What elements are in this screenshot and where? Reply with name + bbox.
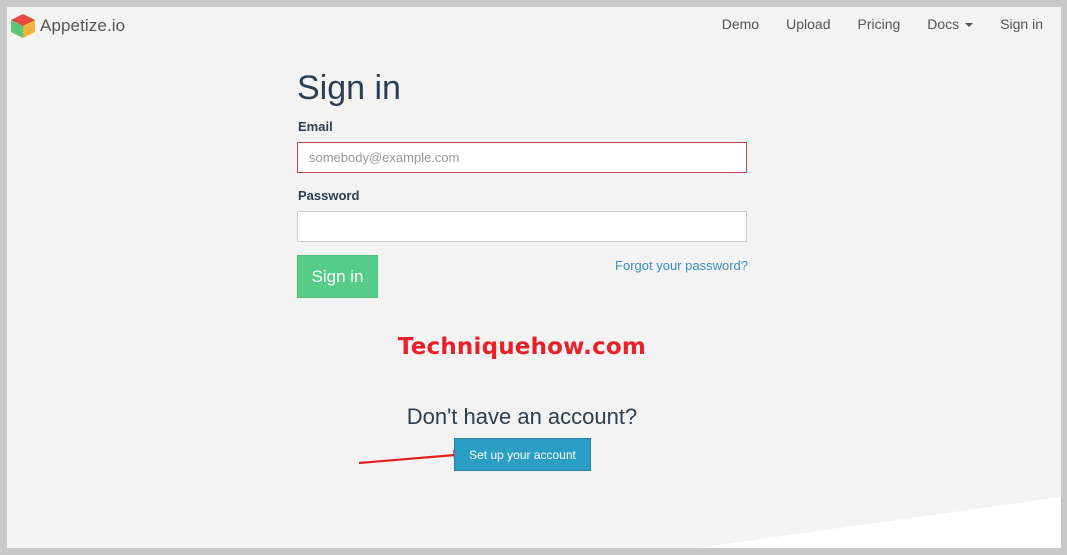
nav-links: Demo Upload Pricing Docs Sign in [708,16,1061,32]
password-field[interactable] [297,211,747,242]
brand-name: Appetize.io [40,16,126,35]
page-title: Sign in [297,69,401,107]
forgot-password-link[interactable]: Forgot your password? [615,258,748,273]
cube-logo-icon [11,14,35,38]
password-label: Password [298,188,360,203]
email-label: Email [298,119,333,134]
red-arrow-icon [358,450,465,465]
email-field[interactable] [297,142,747,173]
nav-link-docs[interactable]: Docs [914,16,987,32]
nav-link-docs-label: Docs [927,16,960,32]
set-up-account-button[interactable]: Set up your account [454,438,591,471]
watermark-text: Techniquehow.com [397,334,647,360]
nav-link-upload[interactable]: Upload [773,16,844,32]
navbar: Appetize.io Demo Upload Pricing Docs Sig… [7,7,1061,45]
app-page: Appetize.io Demo Upload Pricing Docs Sig… [7,7,1061,548]
no-account-prompt: Don't have an account? [406,404,638,429]
brand-link[interactable]: Appetize.io [10,13,125,39]
caret-down-icon [965,23,974,27]
nav-link-pricing[interactable]: Pricing [844,16,914,32]
sign-in-button[interactable]: Sign in [297,255,378,298]
nav-link-sign-in[interactable]: Sign in [987,16,1061,32]
nav-link-demo[interactable]: Demo [708,16,772,32]
